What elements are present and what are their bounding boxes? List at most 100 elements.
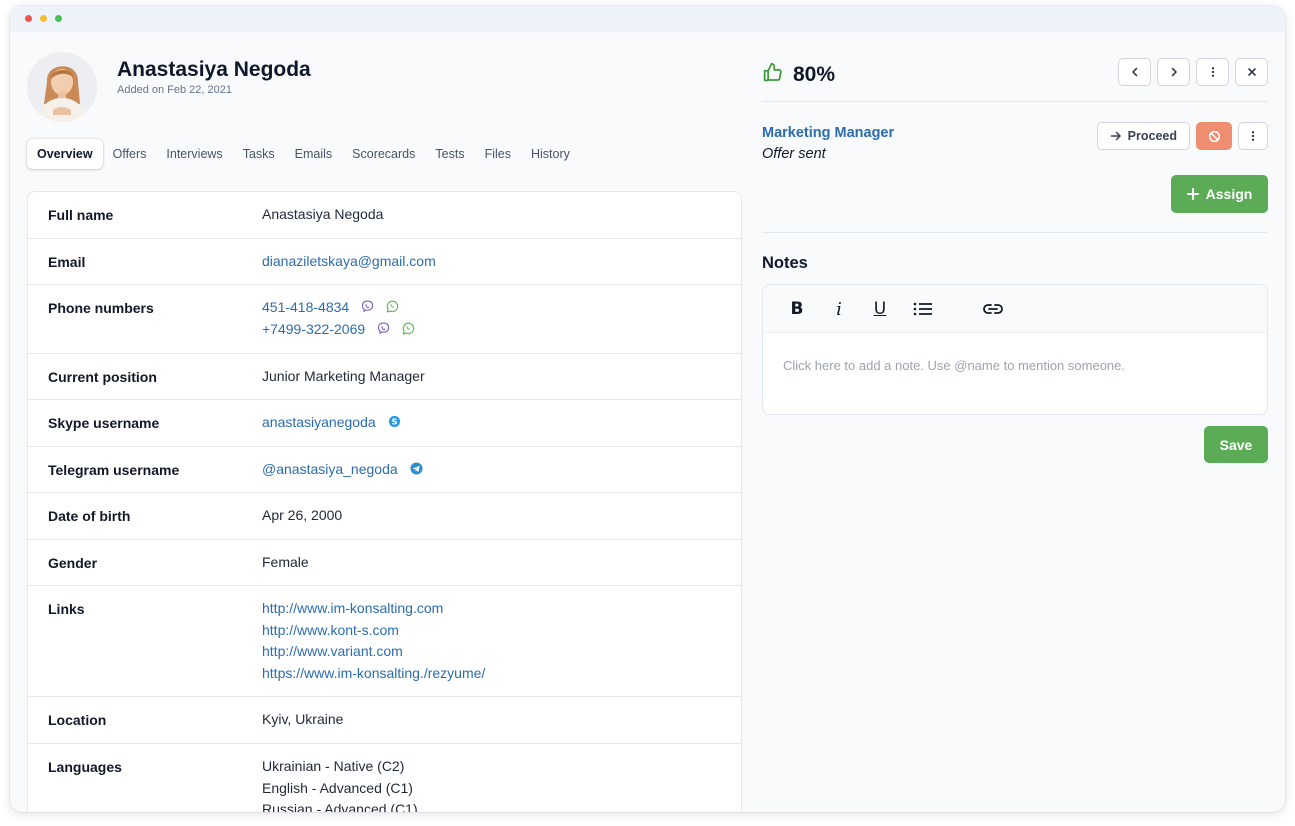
list-icon xyxy=(913,302,932,316)
profile-link[interactable]: http://www.im-konsalting.com xyxy=(262,598,721,620)
field-label: Email xyxy=(48,254,86,270)
tab-interviews[interactable]: Interviews xyxy=(156,139,232,169)
notes-heading: Notes xyxy=(762,254,808,272)
close-icon xyxy=(1247,68,1256,76)
editor-toolbar: B i U xyxy=(763,285,1267,333)
app-window: Anastasiya Negoda Added on Feb 22, 2021 … xyxy=(10,6,1285,812)
score-value: 80% xyxy=(793,63,836,86)
proceed-label: Proceed xyxy=(1127,129,1177,143)
window-close-dot[interactable] xyxy=(25,15,32,22)
field-row-position: Current position Junior Marketing Manage… xyxy=(28,354,741,400)
job-title-link[interactable]: Marketing Manager xyxy=(762,125,894,141)
arrow-right-icon xyxy=(1110,131,1121,141)
email-link[interactable]: dianaziletskaya@gmail.com xyxy=(262,253,436,269)
underline-button[interactable]: U xyxy=(872,299,888,319)
previous-button[interactable] xyxy=(1118,58,1151,86)
phone-link[interactable]: 451-418-4834 xyxy=(262,299,349,315)
field-row-languages: Languages Ukrainian - Native (C2) Englis… xyxy=(28,744,741,812)
field-label: Location xyxy=(48,712,107,728)
field-row-email: Email dianaziletskaya@gmail.com xyxy=(28,239,741,285)
field-row-phones: Phone numbers 451-418-4834 +7499-322-206… xyxy=(28,285,741,354)
next-button[interactable] xyxy=(1157,58,1190,86)
dob-value: Apr 26, 2000 xyxy=(262,507,343,523)
location-value: Kyiv, Ukraine xyxy=(262,711,344,727)
more-vertical-icon xyxy=(1251,131,1255,141)
job-actions: Proceed xyxy=(1096,122,1268,150)
tab-tests[interactable]: Tests xyxy=(425,139,474,169)
proceed-button[interactable]: Proceed xyxy=(1096,122,1190,150)
viber-icon[interactable] xyxy=(377,320,390,342)
divider xyxy=(762,232,1268,233)
link-icon xyxy=(983,304,1003,314)
added-date: Added on Feb 22, 2021 xyxy=(117,84,232,96)
note-editor[interactable]: B i U Click here to add a note. Use @nam… xyxy=(762,284,1268,415)
whatsapp-icon[interactable] xyxy=(402,320,415,342)
avatar xyxy=(27,52,97,122)
window-maximize-dot[interactable] xyxy=(55,15,62,22)
tab-history[interactable]: History xyxy=(521,139,580,169)
chevron-left-icon xyxy=(1131,67,1137,77)
profile-link[interactable]: https://www.im-konsalting./rezyume/ xyxy=(262,663,721,685)
bullet-list-button[interactable] xyxy=(912,299,934,319)
profile-link[interactable]: http://www.kont-s.com xyxy=(262,620,721,642)
field-label: Current position xyxy=(48,369,157,385)
field-label: Date of birth xyxy=(48,508,131,524)
more-vertical-icon xyxy=(1211,67,1214,77)
job-panel: 80% Marketing Manager Offer sent Proceed xyxy=(762,32,1268,812)
link-button[interactable] xyxy=(981,299,1005,319)
field-row-links: Links http://www.im-konsalting.com http:… xyxy=(28,586,741,697)
field-label: Languages xyxy=(48,759,122,775)
skype-link[interactable]: anastasiyanegoda xyxy=(262,414,376,430)
tab-emails[interactable]: Emails xyxy=(285,139,343,169)
navigation-buttons xyxy=(1118,58,1268,86)
tab-files[interactable]: Files xyxy=(475,139,521,169)
note-placeholder[interactable]: Click here to add a note. Use @name to m… xyxy=(783,358,1125,373)
field-label: Links xyxy=(48,601,85,617)
close-button[interactable] xyxy=(1235,58,1268,86)
field-row-telegram: Telegram username @anastasiya_negoda xyxy=(28,447,741,493)
whatsapp-icon[interactable] xyxy=(386,298,399,320)
job-status: Offer sent xyxy=(762,146,826,162)
assign-label: Assign xyxy=(1205,186,1253,202)
field-label: Phone numbers xyxy=(48,300,154,316)
tab-overview[interactable]: Overview xyxy=(27,139,103,169)
italic-button[interactable]: i xyxy=(831,299,847,320)
full-name-value: Anastasiya Negoda xyxy=(262,206,384,222)
language-item: Ukrainian - Native (C2) xyxy=(262,758,405,774)
job-more-button[interactable] xyxy=(1238,122,1268,150)
skype-icon[interactable]: S xyxy=(388,413,401,435)
divider xyxy=(762,101,1268,102)
match-score: 80% xyxy=(762,62,835,88)
ban-icon xyxy=(1208,130,1220,142)
field-label: Full name xyxy=(48,207,114,223)
window-minimize-dot[interactable] xyxy=(40,15,47,22)
phone-link[interactable]: +7499-322-2069 xyxy=(262,321,365,337)
field-label: Skype username xyxy=(48,415,160,431)
field-row-gender: Gender Female xyxy=(28,540,741,586)
bold-button[interactable]: B xyxy=(789,299,805,319)
profile-link[interactable]: http://www.variant.com xyxy=(262,641,721,663)
assign-button[interactable]: Assign xyxy=(1171,175,1268,213)
field-row-dob: Date of birth Apr 26, 2000 xyxy=(28,493,741,540)
plus-icon xyxy=(1186,188,1199,200)
language-item: English - Advanced (C1) xyxy=(262,779,413,796)
tab-offers[interactable]: Offers xyxy=(103,139,157,169)
viber-icon[interactable] xyxy=(361,298,374,320)
telegram-link[interactable]: @anastasiya_negoda xyxy=(262,461,398,477)
tab-scorecards[interactable]: Scorecards xyxy=(342,139,425,169)
window-titlebar xyxy=(10,6,1285,32)
profile-tabs: Overview Offers Interviews Tasks Emails … xyxy=(27,137,580,171)
telegram-icon[interactable] xyxy=(410,460,423,482)
thumbs-up-icon xyxy=(762,62,783,88)
field-row-location: Location Kyiv, Ukraine xyxy=(28,697,741,744)
more-options-button[interactable] xyxy=(1196,58,1229,86)
gender-value: Female xyxy=(262,554,309,570)
reject-button[interactable] xyxy=(1196,122,1232,150)
language-item: Russian - Advanced (C1) xyxy=(262,801,418,812)
save-button[interactable]: Save xyxy=(1204,426,1268,463)
svg-text:S: S xyxy=(391,416,397,426)
field-label: Telegram username xyxy=(48,462,180,478)
field-row-skype: Skype username anastasiyanegoda S xyxy=(28,400,741,447)
tab-tasks[interactable]: Tasks xyxy=(233,139,285,169)
chevron-right-icon xyxy=(1171,67,1177,77)
